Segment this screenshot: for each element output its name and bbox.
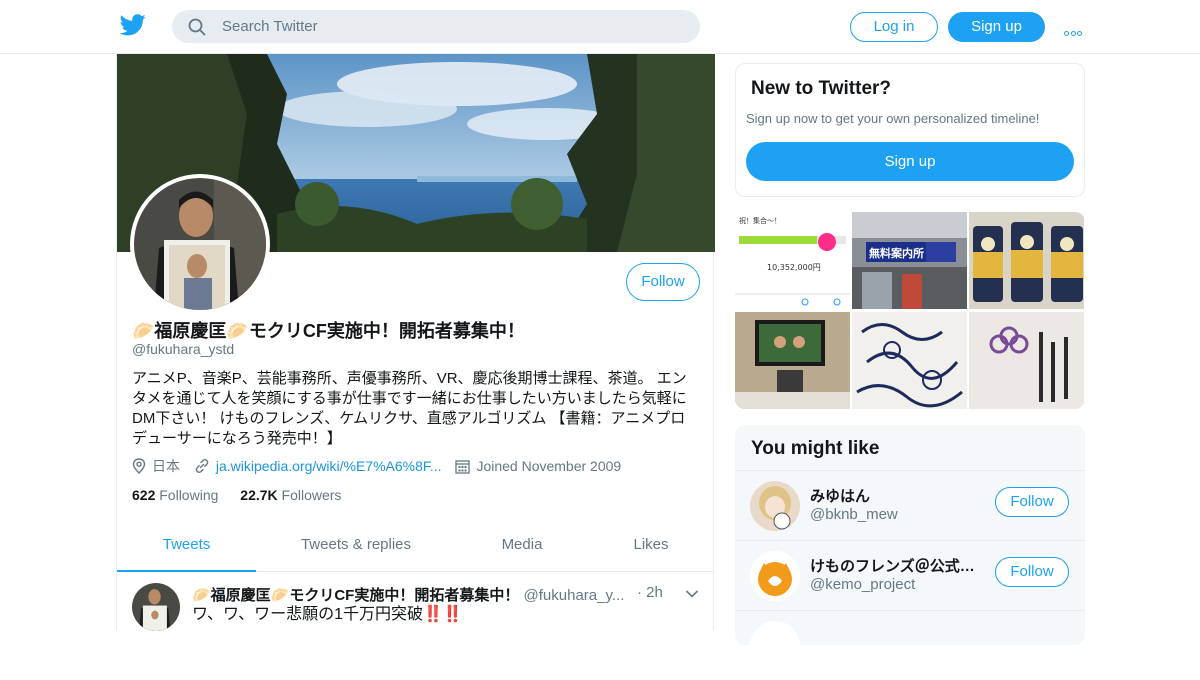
signup-big-button[interactable]: Sign up — [746, 142, 1074, 181]
new-to-twitter-card: New to Twitter? Sign up now to get your … — [735, 63, 1085, 197]
suggested-account-handle: @bknb_mew — [810, 506, 898, 523]
chevron-down-icon[interactable] — [685, 589, 699, 599]
profile-joined: Joined November 2009 — [455, 458, 621, 474]
profile-bio: アニメP、音楽P、芸能事務所、声優事務所、VR、慶応後期博士課程、茶道。 エンタ… — [132, 370, 687, 447]
location-pin-icon — [132, 458, 146, 474]
media-thumb[interactable] — [735, 312, 850, 409]
media-thumb[interactable] — [852, 312, 967, 409]
you-might-like-title: You might like — [751, 438, 880, 459]
profile-handle[interactable]: @fukuhara_ystd — [132, 341, 234, 357]
svg-text:祝！集合〜！: 祝！集合〜！ — [739, 216, 781, 225]
tab-media[interactable]: Media — [472, 522, 572, 572]
avatar[interactable] — [750, 551, 800, 601]
suggested-account-name[interactable]: けものフレンズ＠公式… — [810, 555, 975, 576]
twitter-bird-icon[interactable] — [120, 14, 146, 36]
calendar-icon — [455, 460, 471, 474]
more-options-icon[interactable] — [1064, 23, 1086, 36]
tweet-header: 🥟福原慶匡🥟モクリCF実施中！開拓者募集中！ @fukuhara_y... — [192, 584, 624, 605]
media-grid: 祝！集合〜！ 10,352,000円 無料案内所 — [735, 212, 1085, 409]
profile-website[interactable]: ja.wikipedia.org/wiki/%E7%A6%8F... — [194, 458, 442, 474]
tweet-author-handle[interactable]: @fukuhara_y... — [524, 587, 625, 604]
profile-location: 日本 — [132, 456, 180, 476]
follow-button[interactable]: Follow — [626, 263, 700, 301]
suggested-account[interactable] — [735, 610, 1085, 680]
tweet-item[interactable]: 🥟福原慶匡🥟モクリCF実施中！開拓者募集中！ @fukuhara_y... · … — [117, 573, 715, 633]
avatar[interactable] — [750, 481, 800, 531]
profile-meta: 日本 ja.wikipedia.org/wiki/%E7%A6%8F... Jo… — [132, 456, 631, 476]
profile-avatar[interactable] — [130, 174, 270, 314]
follow-button[interactable]: Follow — [995, 557, 1069, 587]
suggested-account-handle: @kemo_project — [810, 576, 916, 593]
search-box[interactable] — [172, 10, 700, 43]
svg-text:無料案内所: 無料案内所 — [869, 246, 924, 260]
suggested-account[interactable]: みゆはん @bknb_mew Follow — [735, 470, 1085, 540]
search-icon — [188, 18, 206, 36]
signup-button[interactable]: Sign up — [948, 12, 1045, 42]
following-stat[interactable]: 622 Following — [132, 487, 218, 503]
search-input[interactable] — [222, 10, 682, 43]
suggested-account-name[interactable]: みゆはん — [810, 485, 870, 506]
profile-stats: 622 Following 22.7K Followers — [132, 487, 359, 503]
svg-text:10,352,000円: 10,352,000円 — [767, 263, 821, 272]
profile-display-name: 🥟福原慶匡🥟モクリCF実施中！開拓者募集中！ — [132, 321, 525, 341]
card-title: New to Twitter? — [751, 78, 892, 99]
follow-button[interactable]: Follow — [995, 487, 1069, 517]
tab-likes[interactable]: Likes — [607, 522, 695, 572]
login-button[interactable]: Log in — [850, 12, 938, 42]
media-thumb[interactable] — [969, 312, 1084, 409]
media-thumb[interactable]: 無料案内所 — [852, 212, 967, 309]
you-might-like-panel: You might like みゆはん @bknb_mew Follow けもの… — [735, 425, 1085, 671]
profile-tabs: Tweets Tweets & replies Media Likes — [117, 522, 715, 572]
card-subtitle: Sign up now to get your own personalized… — [746, 111, 1040, 126]
tweet-author-name[interactable]: 🥟福原慶匡🥟モクリCF実施中！開拓者募集中！ — [192, 587, 519, 604]
followers-stat[interactable]: 22.7K Followers — [240, 487, 341, 503]
suggested-account[interactable]: けものフレンズ＠公式… @kemo_project Follow — [735, 540, 1085, 610]
tab-tweets-replies[interactable]: Tweets & replies — [287, 522, 425, 572]
media-thumb[interactable] — [969, 212, 1084, 309]
tab-tweets[interactable]: Tweets — [117, 522, 256, 572]
tweet-timestamp[interactable]: · 2h — [637, 584, 663, 601]
media-thumb[interactable]: 祝！集合〜！ 10,352,000円 — [735, 212, 850, 309]
top-navigation-bar: Log in Sign up — [0, 0, 1200, 54]
profile-column: Follow 🥟福原慶匡🥟モクリCF実施中！開拓者募集中！ @fukuhara_… — [116, 54, 715, 633]
link-icon — [195, 458, 209, 474]
avatar[interactable] — [750, 621, 800, 671]
tweet-text: ワ、ワ、ワー悲願の1千万円突破‼️‼️ — [192, 606, 463, 623]
tweet-avatar[interactable] — [132, 583, 180, 631]
